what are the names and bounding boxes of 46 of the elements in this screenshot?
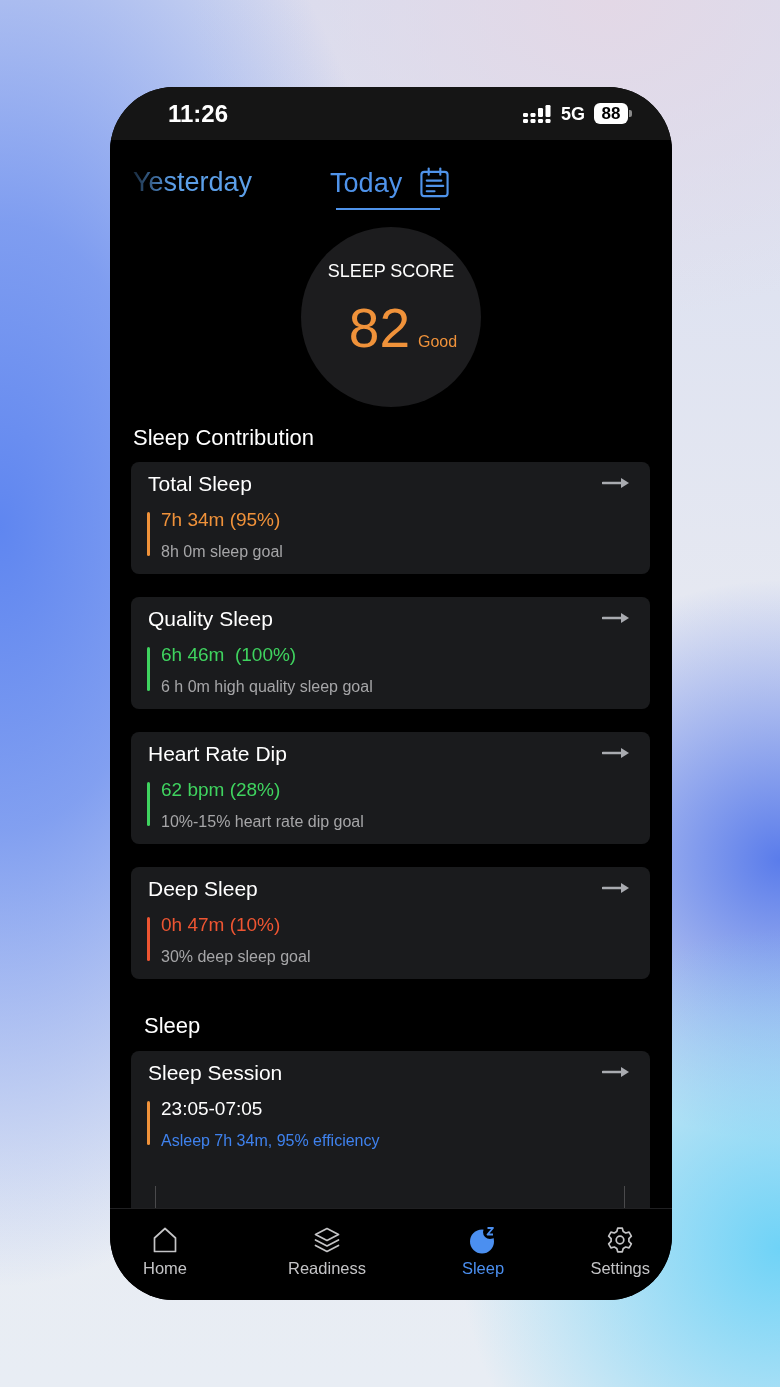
section-title: Sleep Contribution <box>133 425 314 451</box>
score-value: 82 <box>348 297 410 359</box>
nav-tab[interactable]: Settings <box>581 1209 659 1286</box>
session-card[interactable]: Sleep Session 23:05-07:05 Asleep 7h 34m, 95% efficiency <box>131 1051 650 1208</box>
score-title: SLEEP SCORE <box>327 261 455 281</box>
metric-value: 62 bpm (28%) <box>161 778 282 802</box>
home-icon <box>151 1226 179 1254</box>
card-title: Heart Rate Dip <box>148 742 287 766</box>
nav-tab[interactable]: Sleep <box>455 1209 511 1286</box>
nav-tab[interactable]: Readiness <box>282 1209 372 1286</box>
arrow-right-icon <box>602 747 630 759</box>
metric-card[interactable]: Total Sleep 7h 34m (95%) 8h 0m sleep goal <box>131 462 650 574</box>
score-rating: Good <box>418 332 458 352</box>
section-title: Sleep <box>144 1013 201 1039</box>
goal-text: 6 h 0m high quality sleep goal <box>161 677 373 697</box>
date-tab[interactable]: Today <box>330 167 451 210</box>
arrow-right-icon <box>602 1066 630 1078</box>
settings-icon <box>606 1226 635 1254</box>
card-title: Deep Sleep <box>148 877 258 901</box>
session-summary: Asleep 7h 34m, 95% efficiency <box>161 1131 380 1151</box>
status-time: 11:26 <box>168 99 229 128</box>
arrow-right-icon <box>602 477 630 489</box>
metric-card[interactable]: Quality Sleep 6h 46m (100%) 6 h 0m high quality sleep goal <box>131 597 650 709</box>
time-range: 23:05-07:05 <box>161 1097 264 1121</box>
goal-text: 10%-15% heart rate dip goal <box>161 812 364 832</box>
nav-tab[interactable]: Home <box>137 1209 193 1286</box>
card-title: Sleep Session <box>148 1061 283 1085</box>
date-tab[interactable]: Yesterday <box>133 167 253 209</box>
metric-value: 6h 46m (100%) <box>161 643 298 667</box>
metric-card[interactable]: Heart Rate Dip 62 bpm (28%) 10%-15% heart rate dip goal <box>131 732 650 844</box>
calendar-icon <box>419 167 451 198</box>
metric-card[interactable]: Deep Sleep 0h 47m (10%) 30% deep sleep goal <box>131 867 650 979</box>
card-title: Total Sleep <box>148 472 252 496</box>
arrow-right-icon <box>602 612 630 624</box>
layers-icon <box>313 1226 341 1254</box>
goal-text: 30% deep sleep goal <box>161 947 311 967</box>
network-label: 5G <box>561 103 585 124</box>
goal-text: 8h 0m sleep goal <box>161 542 283 562</box>
metric-value: 7h 34m (95%) <box>161 508 282 532</box>
accent-bar <box>147 1101 150 1145</box>
metric-value: 0h 47m (10%) <box>161 913 282 937</box>
signal-icon <box>523 104 551 123</box>
moon-icon <box>469 1226 497 1254</box>
card-title: Quality Sleep <box>148 607 273 631</box>
arrow-right-icon <box>602 882 630 894</box>
battery-indicator: 88 <box>594 103 632 124</box>
